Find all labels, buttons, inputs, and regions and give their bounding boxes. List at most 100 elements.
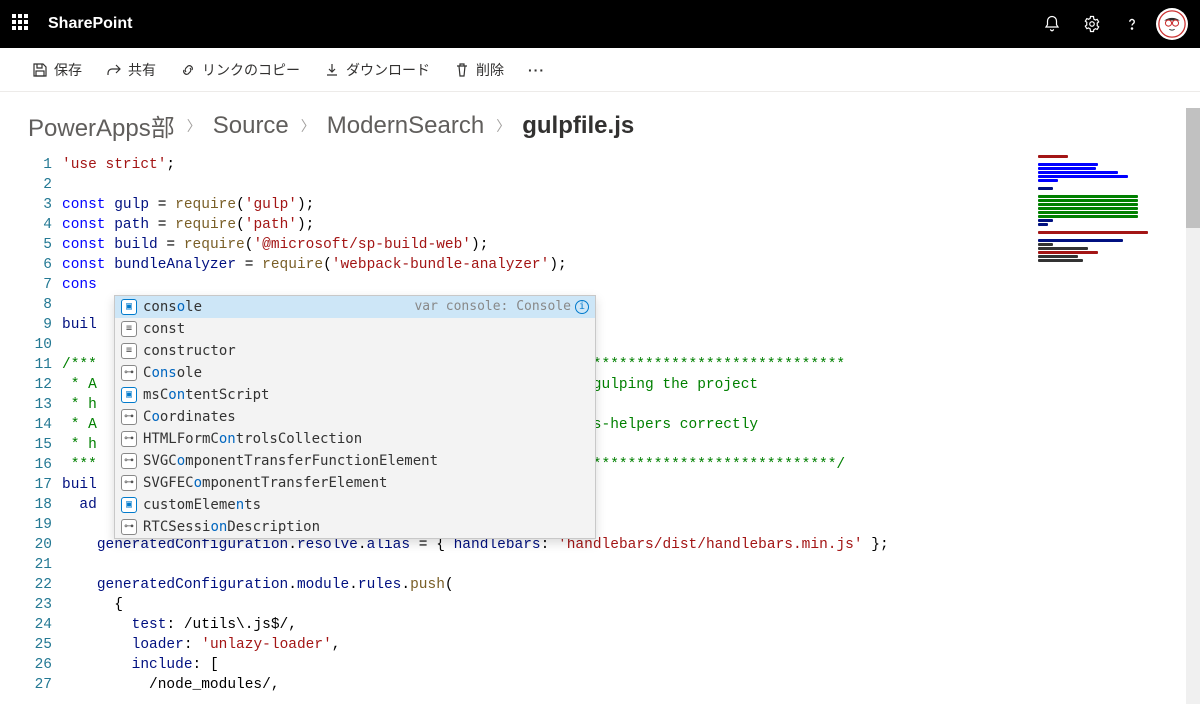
- autocomplete-item[interactable]: ≡ constructor: [115, 340, 595, 362]
- notifications-icon[interactable]: [1036, 8, 1068, 40]
- line-number: 16: [28, 455, 62, 475]
- breadcrumb: PowerApps部 〉 Source 〉 ModernSearch 〉 gul…: [28, 108, 1172, 143]
- delete-button[interactable]: 削除: [446, 54, 512, 86]
- completion-kind-icon: ⊶: [121, 453, 137, 469]
- line-number: 22: [28, 575, 62, 595]
- command-bar: 保存 共有 リンクのコピー ダウンロード 削除 ···: [0, 48, 1200, 92]
- completion-label: RTCSessionDescription: [143, 517, 589, 537]
- line-number: 9: [28, 315, 62, 335]
- autocomplete-item[interactable]: ⊶ HTMLFormControlsCollection: [115, 428, 595, 450]
- line-number: 15: [28, 435, 62, 455]
- line-number: 12: [28, 375, 62, 395]
- line-number: 2: [28, 175, 62, 195]
- more-commands-button[interactable]: ···: [520, 56, 553, 84]
- completion-label: console: [143, 297, 408, 317]
- code-line[interactable]: 7cons: [28, 275, 1026, 295]
- delete-label: 削除: [476, 60, 504, 80]
- line-number: 10: [28, 335, 62, 355]
- download-button[interactable]: ダウンロード: [316, 54, 438, 86]
- completion-label: HTMLFormControlsCollection: [143, 429, 589, 449]
- completion-kind-icon: ⊶: [121, 519, 137, 535]
- completion-kind-icon: ▣: [121, 387, 137, 403]
- line-number: 27: [28, 675, 62, 695]
- line-number: 6: [28, 255, 62, 275]
- completion-kind-icon: ▣: [121, 299, 137, 315]
- line-number: 23: [28, 595, 62, 615]
- download-label: ダウンロード: [346, 60, 430, 80]
- autocomplete-item[interactable]: ⊶ Coordinates: [115, 406, 595, 428]
- minimap[interactable]: [1038, 155, 1168, 695]
- line-number: 5: [28, 235, 62, 255]
- code-line[interactable]: 23 {: [28, 595, 1026, 615]
- autocomplete-popup[interactable]: ▣consolevar console: Consolei≡const≡cons…: [114, 295, 596, 539]
- code-line[interactable]: 2: [28, 175, 1026, 195]
- user-avatar[interactable]: [1156, 8, 1188, 40]
- completion-detail: var console: Consolei: [414, 297, 589, 317]
- breadcrumb-item-1[interactable]: Source: [213, 112, 289, 140]
- completion-kind-icon: ≡: [121, 343, 137, 359]
- settings-icon[interactable]: [1076, 8, 1108, 40]
- breadcrumb-item-2[interactable]: ModernSearch: [327, 112, 484, 140]
- code-line[interactable]: 22 generatedConfiguration.module.rules.p…: [28, 575, 1026, 595]
- share-button[interactable]: 共有: [98, 54, 164, 86]
- completion-kind-icon: ⊶: [121, 365, 137, 381]
- completion-label: constructor: [143, 341, 589, 361]
- line-number: 13: [28, 395, 62, 415]
- code-line[interactable]: 27 /node_modules/,: [28, 675, 1026, 695]
- autocomplete-item[interactable]: ⊶ SVGFEComponentTransferElement: [115, 472, 595, 494]
- breadcrumb-item-0[interactable]: PowerApps部: [28, 108, 175, 143]
- vertical-scrollbar[interactable]: [1186, 108, 1200, 704]
- info-icon[interactable]: i: [575, 300, 589, 314]
- scrollbar-thumb[interactable]: [1186, 108, 1200, 228]
- code-line[interactable]: 25 loader: 'unlazy-loader',: [28, 635, 1026, 655]
- code-line[interactable]: 6const bundleAnalyzer = require('webpack…: [28, 255, 1026, 275]
- code-line[interactable]: 5const build = require('@microsoft/sp-bu…: [28, 235, 1026, 255]
- autocomplete-item[interactable]: ▣ msContentScript: [115, 384, 595, 406]
- completion-label: SVGFEComponentTransferElement: [143, 473, 589, 493]
- autocomplete-item[interactable]: ▣ customElements: [115, 494, 595, 516]
- chevron-right-icon: 〉: [301, 116, 315, 136]
- line-number: 11: [28, 355, 62, 375]
- help-icon[interactable]: [1116, 8, 1148, 40]
- breadcrumb-current: gulpfile.js: [522, 112, 634, 140]
- code-line[interactable]: 21: [28, 555, 1026, 575]
- code-line[interactable]: 1'use strict';: [28, 155, 1026, 175]
- autocomplete-item[interactable]: ▣ console var console: Consolei: [115, 296, 595, 318]
- save-button[interactable]: 保存: [24, 54, 90, 86]
- completion-label: const: [143, 319, 589, 339]
- suite-header: SharePoint: [0, 0, 1200, 48]
- completion-label: customElements: [143, 495, 589, 515]
- completion-label: Console: [143, 363, 589, 383]
- copy-link-label: リンクのコピー: [202, 60, 300, 80]
- autocomplete-item[interactable]: ⊶ RTCSessionDescription: [115, 516, 595, 538]
- brand-label[interactable]: SharePoint: [48, 15, 1036, 33]
- code-line[interactable]: 24 test: /utils\.js$/,: [28, 615, 1026, 635]
- code-line[interactable]: 3const gulp = require('gulp');: [28, 195, 1026, 215]
- chevron-right-icon: 〉: [187, 116, 201, 136]
- completion-label: Coordinates: [143, 407, 589, 427]
- app-launcher-icon[interactable]: [12, 14, 32, 34]
- completion-kind-icon: ⊶: [121, 431, 137, 447]
- code-editor[interactable]: 1'use strict';23const gulp = require('gu…: [28, 155, 1026, 695]
- line-number: 14: [28, 415, 62, 435]
- code-line[interactable]: 4const path = require('path');: [28, 215, 1026, 235]
- autocomplete-item[interactable]: ⊶ Console: [115, 362, 595, 384]
- autocomplete-item[interactable]: ⊶SVGComponentTransferFunctionElement: [115, 450, 595, 472]
- completion-label: msContentScript: [143, 385, 589, 405]
- completion-kind-icon: ⊶: [121, 475, 137, 491]
- line-number: 3: [28, 195, 62, 215]
- line-number: 8: [28, 295, 62, 315]
- completion-kind-icon: ⊶: [121, 409, 137, 425]
- autocomplete-item[interactable]: ≡const: [115, 318, 595, 340]
- line-number: 17: [28, 475, 62, 495]
- line-number: 7: [28, 275, 62, 295]
- line-number: 25: [28, 635, 62, 655]
- line-number: 19: [28, 515, 62, 535]
- line-number: 18: [28, 495, 62, 515]
- code-line[interactable]: 26 include: [: [28, 655, 1026, 675]
- line-number: 1: [28, 155, 62, 175]
- completion-kind-icon: ▣: [121, 497, 137, 513]
- line-number: 4: [28, 215, 62, 235]
- line-number: 21: [28, 555, 62, 575]
- copy-link-button[interactable]: リンクのコピー: [172, 54, 308, 86]
